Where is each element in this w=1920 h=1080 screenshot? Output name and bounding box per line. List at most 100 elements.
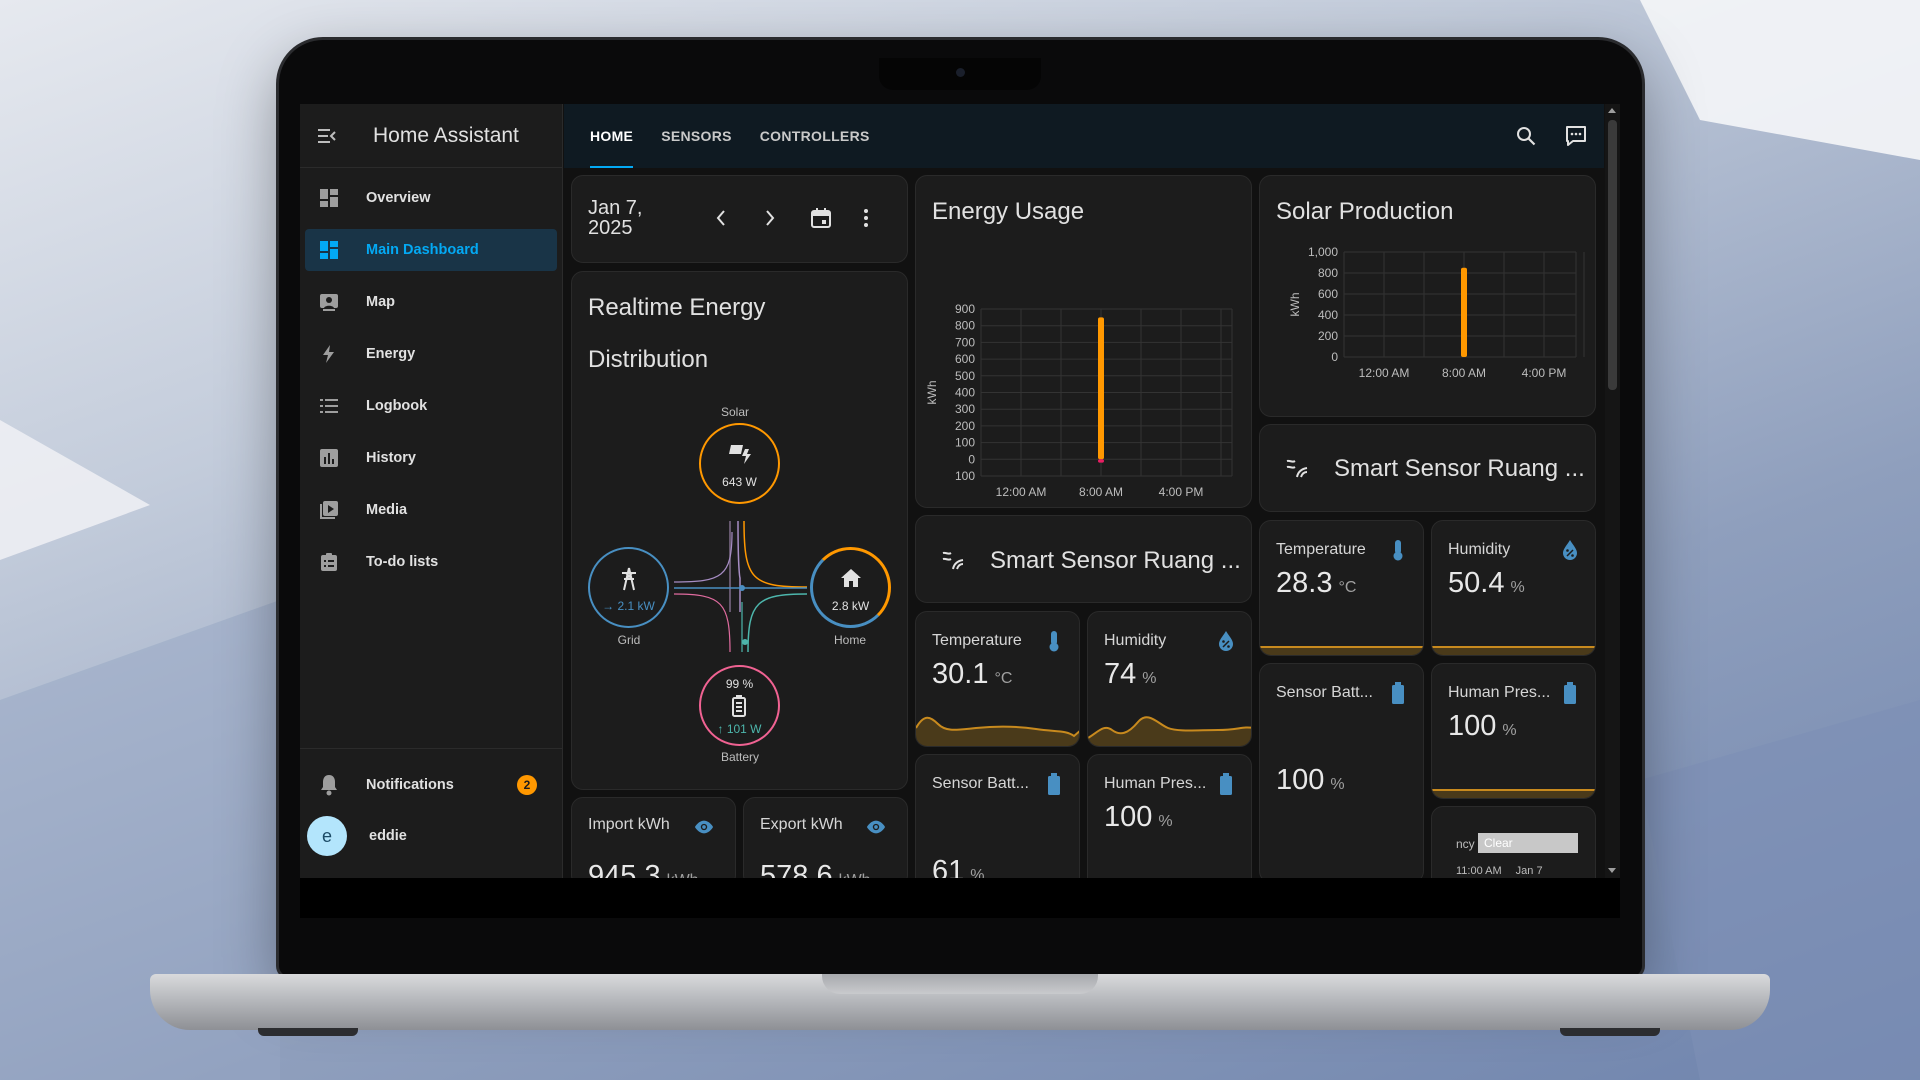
x-tick-label: 4:00 PM — [1522, 366, 1567, 380]
sensor-a-presence-card[interactable]: Human Pres... 100% — [1087, 754, 1252, 878]
energy-distribution-card: Realtime Energy Distribution Solar 643 W… — [571, 271, 908, 790]
thermometer-icon — [1044, 630, 1064, 652]
sidebar-item-logbook[interactable]: Logbook — [305, 385, 557, 427]
solar-production-card: Solar Production 1,000 800 600 400 200 0 12:00… — [1259, 175, 1596, 417]
media-icon — [318, 499, 340, 521]
sensor-b-humidity-card[interactable]: Humidity 50.4% — [1431, 520, 1596, 656]
sensor-b-temperature-card[interactable]: Temperature 28.3 °C — [1259, 520, 1424, 656]
battery-label: Battery — [720, 750, 759, 764]
sidebar-item-notifications[interactable]: Notifications 2 — [305, 764, 557, 806]
x-tick-label: 8:00 AM — [1079, 485, 1123, 499]
time-left: 11:00 AM — [1456, 865, 1502, 877]
sidebar-divider — [300, 748, 563, 749]
solar-production-chart: 1,000 800 600 400 200 0 12:00 AM 8:00 AM 4:00 PM… — [1288, 245, 1585, 380]
assist-chat-icon[interactable] — [1564, 124, 1588, 148]
sensor-group-a-header[interactable]: Smart Sensor Ruang ... — [915, 515, 1252, 603]
sidebar-item-user[interactable]: e eddie — [305, 812, 557, 860]
export-card[interactable]: Export kWh 578.6kWh — [743, 797, 908, 878]
sensor-group-title: Smart Sensor Ruang ... — [990, 547, 1241, 574]
import-card[interactable]: Import kWh 945.3kWh — [571, 797, 736, 878]
sidebar-item-energy[interactable]: Energy — [305, 333, 557, 375]
export-number: 578.6 — [760, 860, 833, 878]
sidebar-item-label: Main Dashboard — [366, 242, 479, 258]
map-icon — [318, 291, 340, 313]
temperature-sparkline — [916, 716, 1079, 746]
sensor-value: 50.4% — [1448, 567, 1525, 600]
sidebar-item-to-do-lists[interactable]: To-do lists — [305, 541, 557, 583]
more-options-icon[interactable] — [862, 208, 870, 233]
tab-controllers[interactable]: CONTROLLERS — [746, 104, 884, 168]
calendar-icon[interactable] — [810, 207, 832, 234]
presence-number: 100 — [1448, 710, 1497, 742]
previous-icon[interactable] — [711, 208, 731, 233]
sidebar-item-map[interactable]: Map — [305, 281, 557, 323]
sensor-value: 74% — [1104, 658, 1157, 691]
x-tick-label: 8:00 AM — [1442, 366, 1486, 380]
occupancy-card[interactable]: ncy Clear 11:00 AM Jan 7 — [1431, 806, 1596, 878]
y-tick-label: 900 — [955, 302, 975, 316]
tab-home[interactable]: HOME — [576, 104, 647, 168]
y-tick-label: 1,000 — [1308, 245, 1338, 259]
battery-icon — [1388, 682, 1408, 704]
sensor-group-b-header[interactable]: Smart Sensor Ruang ... — [1259, 424, 1596, 512]
dashboard-icon — [318, 187, 340, 209]
y-tick-label: 100 — [955, 436, 975, 450]
y-tick-label: 700 — [955, 335, 975, 349]
y-axis-label: kWh — [1288, 293, 1302, 317]
sidebar-item-media[interactable]: Media — [305, 489, 557, 531]
sensor-b-battery-card[interactable]: Sensor Batt... 100% — [1259, 663, 1424, 878]
sensor-value: 100% — [1104, 801, 1173, 834]
export-label: Export kWh — [760, 816, 843, 833]
presence-number: 100 — [1104, 801, 1153, 833]
y-tick-label: 600 — [955, 352, 975, 366]
tab-sensors[interactable]: SENSORS — [647, 104, 746, 168]
sensor-label: Humidity — [1104, 632, 1167, 649]
screen-bezel-bottom — [300, 878, 1620, 918]
sensor-label: Human Pres... — [1104, 775, 1207, 792]
scroll-up-arrow-icon[interactable] — [1608, 108, 1616, 113]
temperature-unit: °C — [994, 670, 1013, 687]
sensor-a-temperature-card[interactable]: Temperature 30.1 °C — [915, 611, 1080, 747]
humidity-number: 50.4 — [1448, 567, 1505, 599]
humidity-sparkline — [1432, 646, 1595, 655]
y-tick-label: 600 — [1318, 287, 1338, 301]
sidebar-header: Home Assistant — [300, 104, 562, 168]
eye-icon[interactable] — [866, 816, 886, 838]
sidebar-item-main-dashboard[interactable]: Main Dashboard — [305, 229, 557, 271]
sidebar-item-label: Media — [366, 502, 408, 518]
year-line: 2025 — [588, 217, 633, 239]
y-tick-label: 0 — [1331, 350, 1338, 364]
sensor-a-battery-card[interactable]: Sensor Batt... 61% — [915, 754, 1080, 878]
sensor-b-presence-card[interactable]: Human Pres... 100% — [1431, 663, 1596, 799]
y-tick-label: 800 — [1318, 266, 1338, 280]
sensor-label: Temperature — [1276, 541, 1366, 558]
sidebar-item-history[interactable]: History — [305, 437, 557, 479]
top-bar: HOME SENSORS CONTROLLERS — [564, 104, 1604, 168]
sensor-a-humidity-card[interactable]: Humidity 74% — [1087, 611, 1252, 747]
sidebar-item-label: Overview — [366, 190, 431, 206]
search-icon[interactable] — [1514, 124, 1538, 148]
dashboard-icon — [318, 239, 340, 261]
time-right: Jan 7 — [1515, 865, 1543, 877]
export-value: 578.6kWh — [760, 860, 871, 878]
battery-node[interactable]: 99 % ↑ 101 W — [699, 665, 780, 746]
scrollbar-thumb[interactable] — [1608, 120, 1617, 390]
next-icon[interactable] — [760, 208, 780, 233]
menu-collapse-icon[interactable] — [316, 125, 338, 147]
y-axis-label: kWh — [925, 381, 939, 405]
eye-icon[interactable] — [694, 816, 714, 838]
y-tick-label: 400 — [1318, 308, 1338, 322]
solar-node[interactable]: 643 W — [699, 423, 780, 504]
grid-node[interactable]: → 2.1 kW — [588, 547, 669, 628]
import-value: 945.3kWh — [588, 860, 699, 878]
water-percent-icon — [1216, 630, 1236, 652]
sidebar-item-overview[interactable]: Overview — [305, 177, 557, 219]
temperature-number: 30.1 — [932, 658, 989, 690]
sensor-value: 28.3 °C — [1276, 567, 1356, 600]
presence-unit: % — [1158, 813, 1173, 830]
x-tick-label: 4:00 PM — [1159, 485, 1204, 499]
home-node[interactable]: 2.8 kW — [810, 547, 891, 628]
temperature-unit: °C — [1338, 579, 1357, 596]
scroll-down-arrow-icon[interactable] — [1608, 868, 1616, 873]
date-display[interactable]: Jan 7, 2025 — [588, 198, 642, 238]
